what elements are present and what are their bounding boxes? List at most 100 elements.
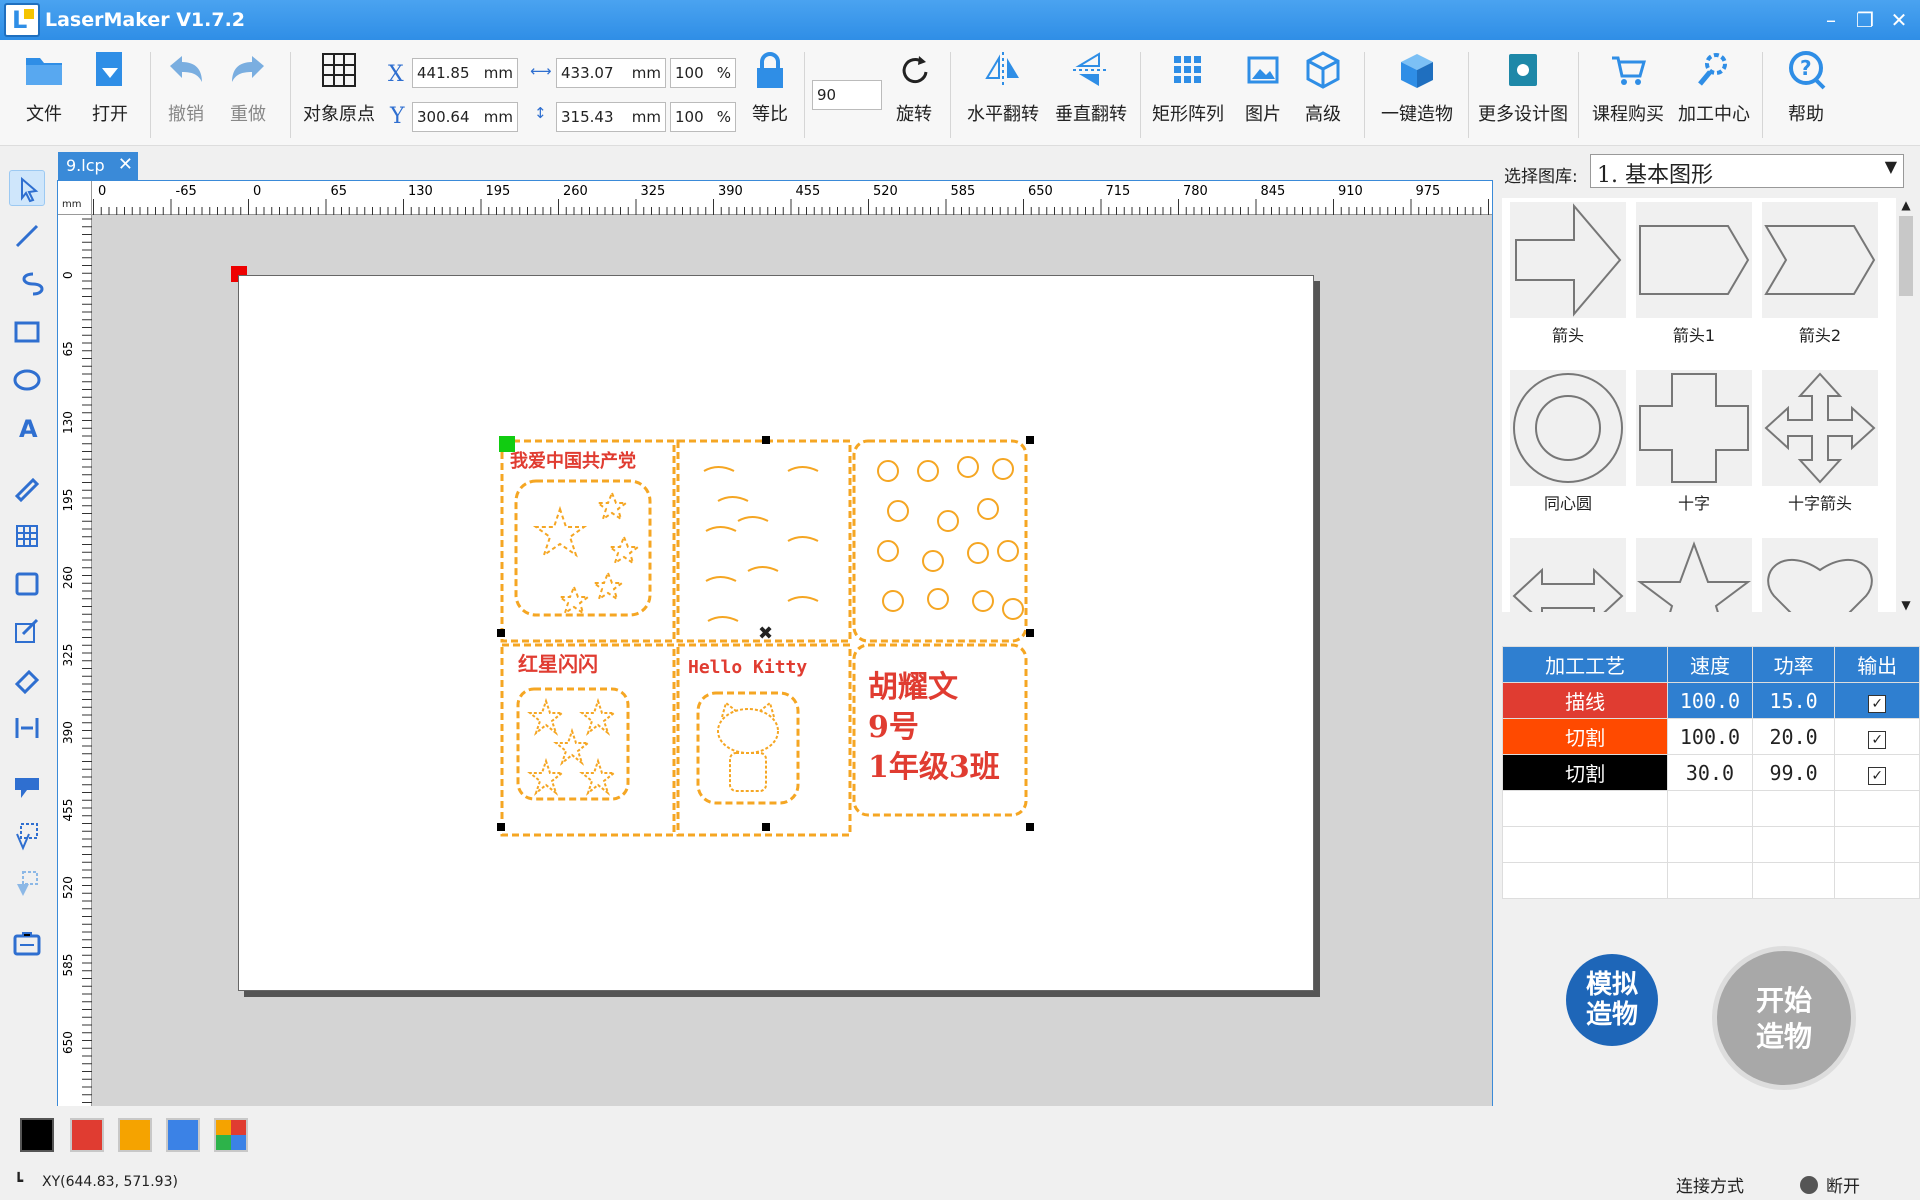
image-button[interactable]: 图片: [1236, 48, 1290, 140]
redo-button[interactable]: 重做: [218, 48, 278, 140]
close-tab-icon[interactable]: ✕: [118, 154, 133, 175]
vertical-flip-button[interactable]: 垂直翻转: [1046, 48, 1136, 140]
table-row[interactable]: 描线 100.0 15.0 ✓: [1501, 682, 1920, 719]
ruler-tick-label: 650: [61, 1031, 75, 1054]
open-button[interactable]: 打开: [80, 48, 140, 140]
table-row[interactable]: 切割 100.0 20.0 ✓: [1501, 718, 1920, 755]
table-tool[interactable]: [9, 518, 45, 554]
gallery-item-double-arrow[interactable]: [1510, 538, 1626, 612]
selection-handle[interactable]: [1026, 823, 1034, 831]
output-checkbox[interactable]: ✓: [1834, 754, 1920, 791]
gallery-item-arrow1[interactable]: 箭头1: [1636, 202, 1752, 346]
selection-handle[interactable]: [762, 436, 770, 444]
lock-ratio-button[interactable]: 等比: [742, 48, 798, 140]
minimize-button[interactable]: –: [1816, 6, 1846, 34]
gallery-item-cross[interactable]: 十字: [1636, 370, 1752, 514]
rotate-button[interactable]: 旋转: [886, 48, 942, 140]
ruler-tick-label: 585: [61, 954, 75, 977]
gallery-item-arrow[interactable]: 箭头: [1510, 202, 1626, 346]
color-swatch-black[interactable]: [20, 1118, 54, 1152]
selection-center-icon[interactable]: ✖: [758, 623, 773, 644]
output-checkbox[interactable]: ✓: [1834, 718, 1920, 755]
canvas-area[interactable]: 0 -65 0 65 130 195 260 325 390 455 520 585 650 715 780…: [57, 180, 1493, 1110]
restore-button[interactable]: ❐: [1850, 6, 1880, 34]
path-tool[interactable]: [9, 818, 45, 854]
ruler-tick-label: 715: [1106, 184, 1131, 199]
ruler-tick-label: 780: [1183, 184, 1208, 199]
document-tab[interactable]: 9.lcp ✕: [58, 152, 138, 180]
process-center-button[interactable]: 加工中心: [1672, 48, 1756, 140]
gallery-item-cross-arrow[interactable]: 十字箭头: [1762, 370, 1878, 514]
lock-icon: [757, 52, 783, 88]
horizontal-flip-button[interactable]: 水平翻转: [958, 48, 1048, 140]
ruler-tick-label: 845: [1261, 184, 1286, 199]
chevron-down-icon: ▼: [1884, 157, 1897, 176]
scale-height-input[interactable]: 100%: [670, 102, 736, 132]
curve-tool[interactable]: [9, 266, 45, 302]
ellipse-tool[interactable]: [9, 362, 45, 398]
eraser-tool[interactable]: [9, 662, 45, 698]
select-tool[interactable]: [9, 170, 45, 206]
red-star-text: 红星闪闪: [518, 652, 598, 676]
file-button[interactable]: 文件: [14, 48, 74, 140]
y-position-input[interactable]: 300.64 mm: [412, 102, 518, 132]
line-tool[interactable]: [9, 218, 45, 254]
design-gallery-icon: [1509, 54, 1537, 86]
toolbar: 文件 打开 撤销 重做 对象原点 X 441.85 mm Y 300.64 mm ⟷…: [0, 40, 1920, 146]
text-tool[interactable]: A: [9, 410, 45, 446]
table-row[interactable]: 切割 30.0 99.0 ✓: [1501, 754, 1920, 791]
output-checkbox[interactable]: ✓: [1834, 682, 1920, 719]
scale-width-input[interactable]: 100%: [670, 58, 736, 88]
path-tool-2[interactable]: [9, 866, 45, 902]
color-swatch-orange[interactable]: [118, 1118, 152, 1152]
gallery-item-concentric[interactable]: 同心圆: [1510, 370, 1626, 514]
ruler-tick-label: 130: [408, 184, 433, 199]
selection-origin-handle[interactable]: [499, 436, 515, 452]
height-input[interactable]: 315.43 mm: [556, 102, 666, 132]
close-button[interactable]: ✕: [1884, 6, 1914, 34]
fill-tool[interactable]: [9, 770, 45, 806]
x-position-input[interactable]: 441.85 mm: [412, 58, 518, 88]
help-button[interactable]: ? 帮助: [1778, 48, 1834, 140]
one-key-make-button[interactable]: 一键造物: [1370, 48, 1464, 140]
ruler-icon: [14, 477, 40, 503]
distribute-tool[interactable]: [9, 710, 45, 746]
gallery-item-arrow2[interactable]: 箭头2: [1762, 202, 1878, 346]
measure-tool[interactable]: [9, 470, 45, 506]
course-purchase-button[interactable]: 课程购买: [1586, 48, 1670, 140]
ruler-tick-label: 520: [873, 184, 898, 199]
selection-handle[interactable]: [1026, 629, 1034, 637]
simulate-button[interactable]: 模拟 造物: [1566, 954, 1658, 1046]
toolbox-tool[interactable]: [9, 926, 45, 962]
selection-handle[interactable]: [1026, 436, 1034, 444]
selection-handle[interactable]: [762, 823, 770, 831]
rectangle-tool[interactable]: [9, 314, 45, 350]
gallery-item-star[interactable]: [1636, 538, 1752, 612]
left-toolbar: A: [0, 148, 54, 1104]
start-button[interactable]: 开始 造物: [1712, 946, 1856, 1090]
design-group[interactable]: 我爱中国共产党 红星闪闪 Hello Kitty 胡耀文 9号 1年级3班: [488, 431, 1088, 841]
selection-handle[interactable]: [497, 823, 505, 831]
more-designs-button[interactable]: 更多设计图: [1472, 48, 1574, 140]
width-input[interactable]: 433.07 mm: [556, 58, 666, 88]
rectangle-icon: [14, 321, 40, 343]
rotate-angle-input[interactable]: 90: [812, 80, 882, 110]
color-swatch-blue[interactable]: [166, 1118, 200, 1152]
advanced-button[interactable]: 高级: [1296, 48, 1350, 140]
selection-handle[interactable]: [497, 629, 505, 637]
crop-tool[interactable]: [9, 566, 45, 602]
axis-icon: ┗: [14, 1172, 24, 1190]
gallery-scrollbar[interactable]: ▲ ▼: [1896, 198, 1916, 612]
birds-group: [703, 466, 819, 622]
edit-tool[interactable]: [9, 614, 45, 650]
gallery-item-heart[interactable]: [1762, 538, 1878, 612]
name-line-3: 1年级3班: [868, 750, 1000, 785]
object-origin-button[interactable]: 对象原点: [296, 48, 382, 140]
color-swatch-multi[interactable]: [214, 1118, 248, 1152]
library-select[interactable]: 1. 基本图形 ▼: [1590, 154, 1904, 188]
color-swatch-red[interactable]: [70, 1118, 104, 1152]
status-bar: ┗ XY(644.83, 571.93) 连接方式 断开: [0, 1166, 1920, 1200]
undo-button[interactable]: 撤销: [156, 48, 216, 140]
ruler-tick-label: 390: [61, 721, 75, 744]
rect-array-button[interactable]: 矩形阵列: [1146, 48, 1230, 140]
